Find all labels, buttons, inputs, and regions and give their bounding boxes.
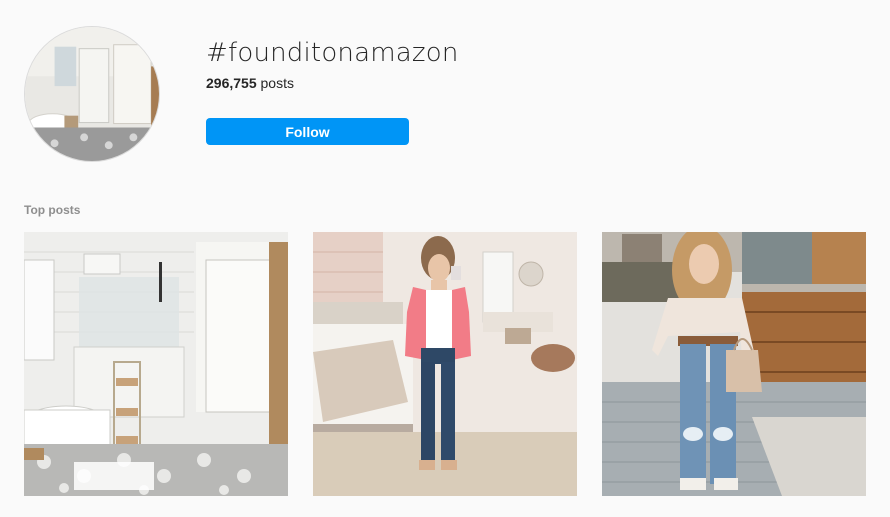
- post-count-number: 296,755: [206, 75, 257, 91]
- top-post-3[interactable]: [602, 232, 866, 496]
- hashtag-avatar: [24, 26, 160, 162]
- bathroom-interior-image: [24, 232, 288, 496]
- hashtag-title: #founditonamazon: [206, 38, 459, 68]
- follow-button[interactable]: Follow: [206, 118, 409, 145]
- top-posts-grid: [24, 232, 866, 496]
- post-count: 296,755 posts: [206, 75, 294, 91]
- top-post-2[interactable]: [313, 232, 577, 496]
- avatar-bathroom-image: [25, 27, 159, 161]
- bedroom-outfit-image: [313, 232, 577, 496]
- street-outfit-image: [602, 232, 866, 496]
- top-post-1[interactable]: [24, 232, 288, 496]
- top-posts-heading: Top posts: [24, 203, 81, 217]
- post-count-suffix: posts: [256, 75, 294, 91]
- hashtag-header: #founditonamazon 296,755 posts Follow: [0, 0, 890, 190]
